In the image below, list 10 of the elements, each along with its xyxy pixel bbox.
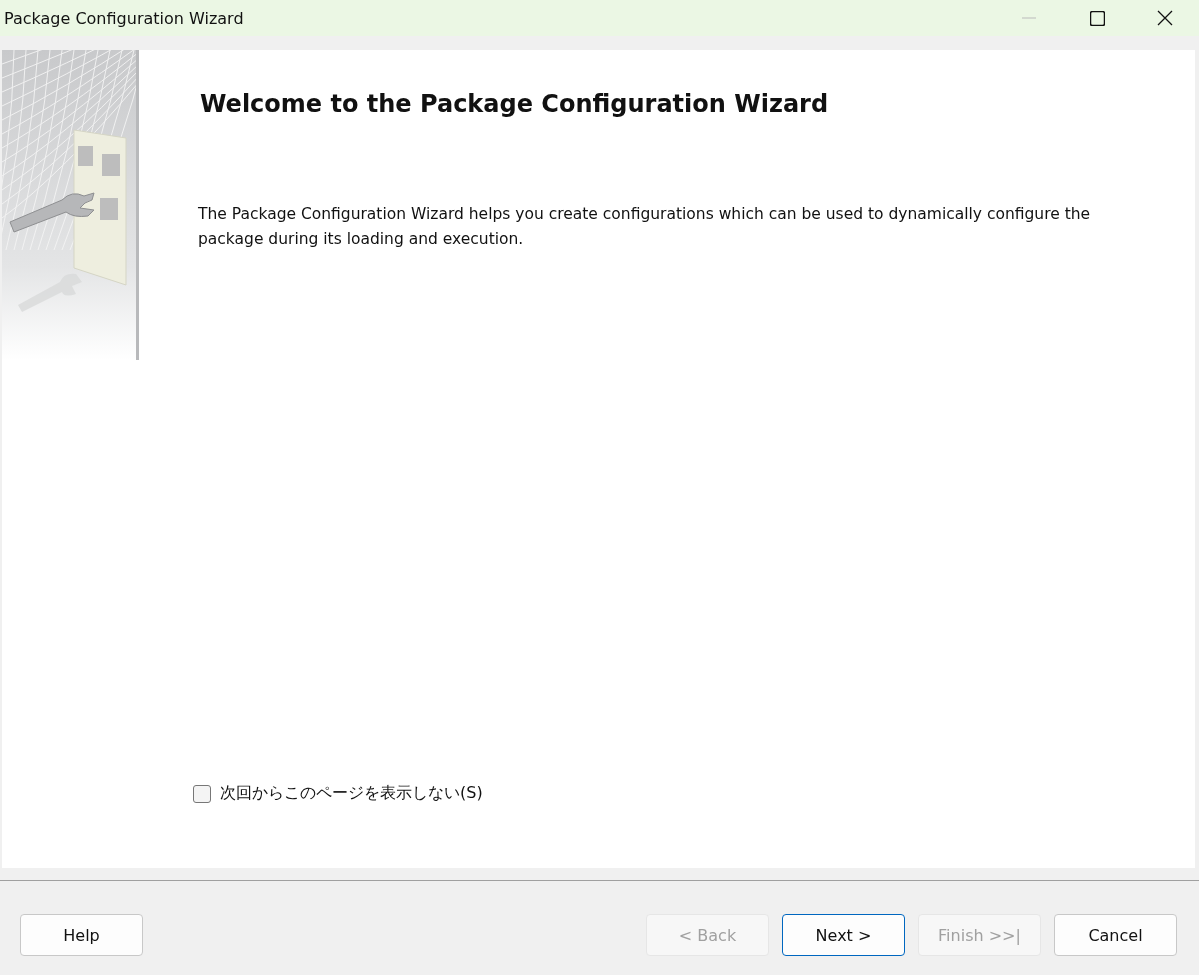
wizard-button[interactable]: Next > [782, 914, 905, 956]
checkbox-label: 次回からこのページを表示しない(S) [220, 783, 483, 804]
window-title: Package Configuration Wizard [4, 8, 245, 28]
wizard-button[interactable]: Help [20, 914, 143, 956]
page-heading: Welcome to the Package Configuration Wizard [200, 89, 830, 120]
maximize-icon [1089, 10, 1105, 26]
close-icon [1157, 10, 1173, 26]
dont-show-checkbox[interactable] [193, 784, 211, 803]
wizard-button[interactable]: Cancel [1054, 914, 1177, 956]
description-text: The Package Configuration Wizard helps you create configurations which can be used to dynamically configure the package during its loading and execution. [198, 204, 1092, 250]
